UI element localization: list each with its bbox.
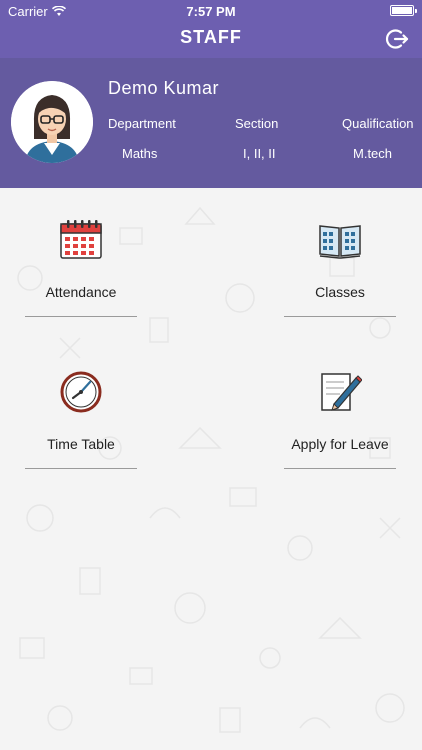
document-pencil-icon xyxy=(321,373,362,411)
calendar-icon xyxy=(60,220,102,259)
section-label: Section xyxy=(235,116,279,131)
divider xyxy=(25,316,137,317)
classes-label: Classes xyxy=(315,284,365,300)
section-value: I, II, II xyxy=(243,146,276,161)
qualification-label: Qualification xyxy=(342,116,414,131)
menu-grid: Attendance Classes Time Table Apply for … xyxy=(0,188,422,750)
book-icon xyxy=(319,225,361,259)
apply-leave-tile[interactable]: Apply for Leave xyxy=(280,370,400,469)
time-table-label: Time Table xyxy=(47,436,115,452)
staff-name: Demo Kumar xyxy=(108,78,220,98)
avatar xyxy=(11,81,93,163)
department-label: Department xyxy=(108,116,176,131)
department-value: Maths xyxy=(122,146,158,161)
divider xyxy=(284,316,396,317)
page-title: STAFF xyxy=(180,27,242,47)
apply-leave-label: Apply for Leave xyxy=(291,436,389,452)
logout-icon[interactable] xyxy=(384,26,410,52)
clock-icon xyxy=(60,371,102,413)
divider xyxy=(284,468,396,469)
qualification-value: M.tech xyxy=(353,146,393,161)
nav-bar: STAFF xyxy=(0,22,422,58)
attendance-tile[interactable]: Attendance xyxy=(21,218,141,317)
profile-card: Demo Kumar Department Section Qualificat… xyxy=(0,58,422,188)
clock-time: 7:57 PM xyxy=(186,4,236,19)
battery-icon xyxy=(390,5,417,16)
teacher-avatar-icon xyxy=(11,81,93,163)
time-table-tile[interactable]: Time Table xyxy=(21,370,141,469)
classes-tile[interactable]: Classes xyxy=(280,218,400,317)
status-bar: Carrier 7:57 PM xyxy=(0,0,422,22)
divider xyxy=(25,468,137,469)
attendance-label: Attendance xyxy=(45,284,117,300)
